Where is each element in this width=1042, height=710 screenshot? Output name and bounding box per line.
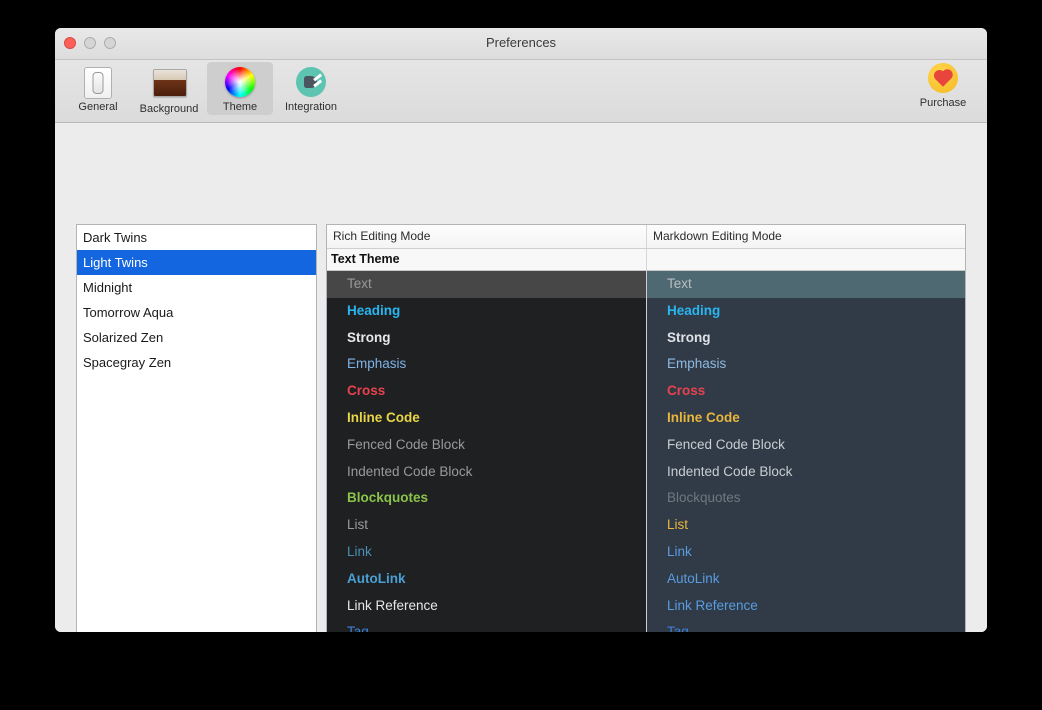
section-title-rich: Text Theme	[331, 252, 400, 266]
toolbar-item-general[interactable]: General	[65, 62, 131, 115]
title-bar: Preferences	[55, 28, 987, 60]
toolbar-label-general: General	[78, 101, 118, 113]
rich-style-row[interactable]: Blockquotes	[327, 485, 646, 512]
markdown-style-row[interactable]: Link Reference	[647, 593, 965, 620]
rich-style-row[interactable]: Tag	[327, 619, 646, 632]
markdown-style-row[interactable]: Strong	[647, 325, 965, 352]
markdown-style-row[interactable]: Text	[647, 271, 965, 298]
rich-style-row[interactable]: List	[327, 512, 646, 539]
toolbar-label-purchase: Purchase	[919, 97, 967, 109]
column-header-rich: Rich Editing Mode	[333, 229, 431, 243]
rich-style-row[interactable]: Cross	[327, 378, 646, 405]
rich-style-row[interactable]: Link	[327, 539, 646, 566]
markdown-style-row[interactable]: AutoLink	[647, 566, 965, 593]
rich-style-row[interactable]: Strong	[327, 325, 646, 352]
toolbar-item-purchase[interactable]: Purchase	[911, 62, 975, 109]
toolbar-label-theme: Theme	[222, 101, 258, 113]
theme-preview-panel: Rich Editing Mode Markdown Editing Mode …	[326, 224, 966, 632]
theme-list-item[interactable]: Tomorrow Aqua	[77, 300, 316, 325]
theme-list-item[interactable]: Light Twins	[77, 250, 316, 275]
theme-list-item[interactable]: Spacegray Zen	[77, 350, 316, 375]
theme-list-item[interactable]: Dark Twins	[77, 225, 316, 250]
toolbar: General Background Theme Integration Pur…	[55, 60, 987, 123]
theme-list-item[interactable]: Solarized Zen	[77, 325, 316, 350]
markdown-style-row[interactable]: Emphasis	[647, 351, 965, 378]
markdown-style-row[interactable]: List	[647, 512, 965, 539]
markdown-style-row[interactable]: Cross	[647, 378, 965, 405]
toolbar-label-integration: Integration	[285, 101, 337, 113]
column-header-markdown: Markdown Editing Mode	[646, 225, 965, 248]
toolbar-item-background[interactable]: Background	[131, 62, 207, 117]
markdown-style-row[interactable]: Link	[647, 539, 965, 566]
general-icon	[82, 67, 114, 99]
background-icon	[153, 69, 187, 101]
theme-icon	[224, 67, 256, 99]
rich-style-row[interactable]: Link Reference	[327, 593, 646, 620]
rich-style-list[interactable]: Text Heading Strong Emphasis Cross Inline Cod…	[327, 271, 646, 632]
toolbar-item-group: General Background Theme Integration	[65, 62, 349, 117]
rich-style-row[interactable]: Heading	[327, 298, 646, 325]
markdown-style-row[interactable]: Blockquotes	[647, 485, 965, 512]
toolbar-label-background: Background	[139, 103, 199, 115]
rich-style-row[interactable]: Fenced Code Block	[327, 432, 646, 459]
section-title-markdown	[646, 249, 965, 270]
heart-icon	[927, 63, 959, 95]
markdown-style-list[interactable]: Text Heading Strong Emphasis Cross Inline Cod…	[646, 271, 965, 632]
preferences-body: Dark Twins Light Twins Midnight Tomorrow…	[55, 123, 987, 632]
markdown-style-row[interactable]: Inline Code	[647, 405, 965, 432]
rich-style-row[interactable]: Indented Code Block	[327, 459, 646, 486]
toolbar-item-theme[interactable]: Theme	[207, 62, 273, 115]
markdown-style-row[interactable]: Indented Code Block	[647, 459, 965, 486]
markdown-style-row[interactable]: Tag	[647, 619, 965, 632]
markdown-style-row[interactable]: Heading	[647, 298, 965, 325]
window-title: Preferences	[485, 35, 557, 50]
toolbar-item-integration[interactable]: Integration	[273, 62, 349, 115]
rich-style-row[interactable]: AutoLink	[327, 566, 646, 593]
preferences-window: Preferences General Background Theme Int…	[55, 28, 987, 632]
theme-list[interactable]: Dark Twins Light Twins Midnight Tomorrow…	[76, 224, 317, 632]
markdown-style-row[interactable]: Fenced Code Block	[647, 432, 965, 459]
preview-columns: Text Heading Strong Emphasis Cross Inline Cod…	[327, 271, 965, 632]
preview-column-headers: Rich Editing Mode Markdown Editing Mode	[327, 225, 965, 249]
rich-style-row[interactable]: Text	[327, 271, 646, 298]
preview-section-row: Text Theme	[327, 249, 965, 271]
integration-icon	[295, 67, 327, 99]
theme-list-item[interactable]: Midnight	[77, 275, 316, 300]
rich-style-row[interactable]: Inline Code	[327, 405, 646, 432]
rich-style-row[interactable]: Emphasis	[327, 351, 646, 378]
